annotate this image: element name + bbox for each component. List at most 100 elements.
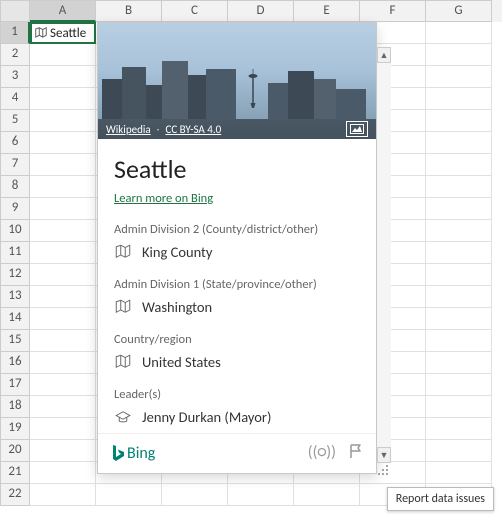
- cell[interactable]: [426, 286, 492, 308]
- row-head-15[interactable]: 15: [0, 330, 30, 352]
- cell[interactable]: [426, 352, 492, 374]
- cell[interactable]: [426, 132, 492, 154]
- cell[interactable]: [30, 462, 96, 484]
- cell[interactable]: [30, 352, 96, 374]
- field-admin2: Admin Division 2 (County/district/other)…: [114, 222, 360, 261]
- cell[interactable]: [30, 286, 96, 308]
- row-head-10[interactable]: 10: [0, 220, 30, 242]
- cell[interactable]: [426, 66, 492, 88]
- expand-image-button[interactable]: [346, 121, 368, 137]
- cell[interactable]: [426, 242, 492, 264]
- cell[interactable]: [294, 484, 360, 506]
- col-head-C[interactable]: C: [162, 0, 228, 22]
- cell[interactable]: [426, 44, 492, 66]
- col-head-A[interactable]: A: [30, 0, 96, 22]
- cell[interactable]: [30, 396, 96, 418]
- cell[interactable]: [30, 440, 96, 462]
- row-head-12[interactable]: 12: [0, 264, 30, 286]
- cell[interactable]: [30, 264, 96, 286]
- cell[interactable]: [30, 308, 96, 330]
- cell[interactable]: [228, 484, 294, 506]
- cell[interactable]: [426, 198, 492, 220]
- row-head-7[interactable]: 7: [0, 154, 30, 176]
- col-head-D[interactable]: D: [228, 0, 294, 22]
- row-head-9[interactable]: 9: [0, 198, 30, 220]
- card-scrollbar[interactable]: ▲ ▼: [377, 47, 391, 463]
- cell[interactable]: [30, 330, 96, 352]
- cell[interactable]: [426, 264, 492, 286]
- cell[interactable]: [426, 440, 492, 462]
- cell[interactable]: [30, 154, 96, 176]
- cell[interactable]: [426, 154, 492, 176]
- row-head-16[interactable]: 16: [0, 352, 30, 374]
- cell[interactable]: [426, 374, 492, 396]
- select-all-corner[interactable]: [0, 0, 30, 22]
- row-head-5[interactable]: 5: [0, 110, 30, 132]
- cell[interactable]: [30, 132, 96, 154]
- cell[interactable]: [426, 418, 492, 440]
- row-head-8[interactable]: 8: [0, 176, 30, 198]
- cell[interactable]: [30, 66, 96, 88]
- cell[interactable]: [96, 484, 162, 506]
- field-value[interactable]: Washington: [114, 298, 360, 316]
- leader-icon: [114, 408, 132, 426]
- cell[interactable]: [30, 176, 96, 198]
- attribution-license-link[interactable]: CC BY-SA 4.0: [165, 123, 221, 136]
- cell[interactable]: [30, 242, 96, 264]
- row-head-18[interactable]: 18: [0, 396, 30, 418]
- col-head-B[interactable]: B: [96, 0, 162, 22]
- bing-brand[interactable]: Bing: [110, 444, 155, 464]
- flag-icon[interactable]: [348, 443, 364, 464]
- cell[interactable]: [426, 308, 492, 330]
- field-label: Leader(s): [114, 387, 360, 402]
- row-head-20[interactable]: 20: [0, 440, 30, 462]
- cell[interactable]: [30, 44, 96, 66]
- cell[interactable]: [426, 220, 492, 242]
- report-issues-tooltip: Report data issues: [387, 487, 494, 511]
- cell[interactable]: [426, 110, 492, 132]
- row-head-2[interactable]: 2: [0, 44, 30, 66]
- cell[interactable]: [30, 418, 96, 440]
- cell[interactable]: [426, 88, 492, 110]
- field-value[interactable]: Jenny Durkan (Mayor): [114, 408, 360, 426]
- row-head-4[interactable]: 4: [0, 88, 30, 110]
- col-head-G[interactable]: G: [426, 0, 492, 22]
- cell[interactable]: [426, 22, 492, 44]
- cell[interactable]: [30, 374, 96, 396]
- row-head-3[interactable]: 3: [0, 66, 30, 88]
- cell[interactable]: [30, 110, 96, 132]
- row-head-13[interactable]: 13: [0, 286, 30, 308]
- field-text: King County: [142, 243, 212, 261]
- field-value[interactable]: United States: [114, 353, 360, 371]
- field-value[interactable]: King County: [114, 243, 360, 261]
- cell[interactable]: [30, 484, 96, 506]
- row-head-1[interactable]: 1: [0, 22, 30, 44]
- cell[interactable]: [426, 330, 492, 352]
- field-label: Country/region: [114, 332, 360, 347]
- row-head-6[interactable]: 6: [0, 132, 30, 154]
- signal-icon[interactable]: ((○)): [308, 443, 336, 464]
- cell[interactable]: [30, 88, 96, 110]
- row-head-11[interactable]: 11: [0, 242, 30, 264]
- row-head-21[interactable]: 21: [0, 462, 30, 484]
- cell[interactable]: [426, 396, 492, 418]
- scroll-track[interactable]: [377, 63, 391, 447]
- cell[interactable]: [30, 220, 96, 242]
- space-needle-icon: [248, 59, 258, 119]
- cell-A1[interactable]: Seattle: [30, 22, 96, 44]
- learn-more-link[interactable]: Learn more on Bing: [114, 191, 213, 206]
- row-head-22[interactable]: 22: [0, 484, 30, 506]
- cell[interactable]: [162, 484, 228, 506]
- row-head-17[interactable]: 17: [0, 374, 30, 396]
- cell[interactable]: [30, 198, 96, 220]
- row-head-14[interactable]: 14: [0, 308, 30, 330]
- col-head-E[interactable]: E: [294, 0, 360, 22]
- attribution-source-link[interactable]: Wikipedia: [106, 123, 151, 136]
- cell[interactable]: [426, 176, 492, 198]
- card-resize-grip[interactable]: [378, 463, 390, 475]
- cell[interactable]: [426, 462, 492, 484]
- scroll-down-button[interactable]: ▼: [377, 447, 391, 463]
- scroll-up-button[interactable]: ▲: [377, 47, 391, 63]
- col-head-F[interactable]: F: [360, 0, 426, 22]
- row-head-19[interactable]: 19: [0, 418, 30, 440]
